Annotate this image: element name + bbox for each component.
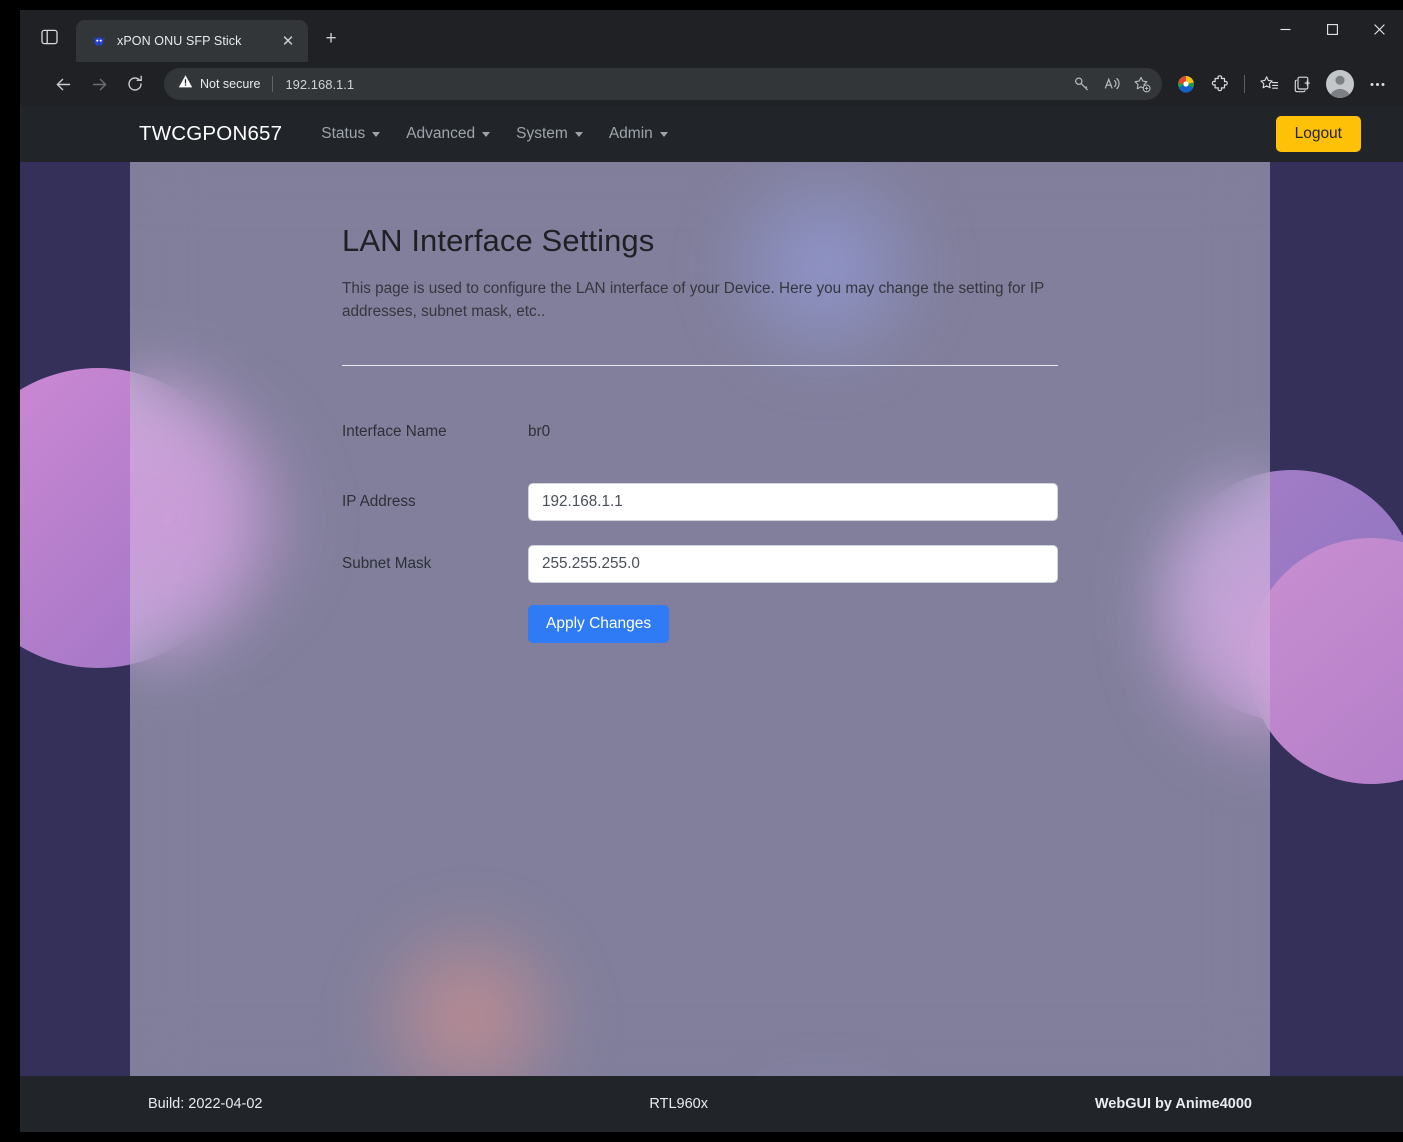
- security-status-label: Not secure: [200, 77, 261, 91]
- back-icon[interactable]: [46, 67, 80, 101]
- form-actions: Apply Changes: [342, 604, 1058, 643]
- form-row-ip-address: IP Address: [342, 482, 1058, 521]
- form-row-interface-name: Interface Name br0: [342, 417, 1058, 447]
- footer-inner: Build: 2022-04-02 RTL960x WebGUI by Anim…: [130, 1096, 1270, 1112]
- forward-icon: [82, 67, 116, 101]
- address-bar[interactable]: Not secure 192.168.1.1: [164, 68, 1162, 100]
- minimize-window-icon[interactable]: [1262, 10, 1309, 48]
- footer-chipset: RTL960x: [649, 1096, 708, 1112]
- apply-changes-button[interactable]: Apply Changes: [528, 604, 670, 643]
- browser-window: xPON ONU SFP Stick ✕ + Not secure 192.16…: [20, 10, 1403, 1132]
- page-body: LAN Interface Settings This page is used…: [130, 162, 1270, 643]
- page-title: LAN Interface Settings: [342, 223, 655, 258]
- chevron-down-icon: [659, 131, 668, 137]
- nav-item-status-label: Status: [321, 125, 366, 142]
- browser-toolbar: Not secure 192.168.1.1: [20, 62, 1403, 106]
- site-navbar: TWCGPON657 Status Advanced System Admin: [20, 106, 1403, 162]
- window-controls: [1262, 10, 1403, 48]
- split-screen-icon[interactable]: [1287, 68, 1319, 100]
- profile-avatar-icon[interactable]: [1326, 70, 1354, 98]
- close-window-icon[interactable]: [1356, 10, 1403, 48]
- page-container: LAN Interface Settings This page is used…: [342, 162, 1058, 643]
- toolbar-divider: [1244, 75, 1245, 93]
- close-tab-icon[interactable]: ✕: [276, 29, 300, 53]
- extensions-icon[interactable]: [1204, 68, 1236, 100]
- footer-build-date: Build: 2022-04-02: [148, 1096, 263, 1112]
- nav-item-status[interactable]: Status: [308, 125, 393, 143]
- settings-more-icon[interactable]: [1361, 68, 1393, 100]
- chevron-down-icon: [372, 131, 381, 137]
- nav-item-system[interactable]: System: [503, 125, 596, 143]
- maximize-window-icon[interactable]: [1309, 10, 1356, 48]
- lan-settings-form: Interface Name br0 IP Address Subnet Mas…: [342, 366, 1058, 643]
- collections-icon[interactable]: [1253, 68, 1285, 100]
- logout-button[interactable]: Logout: [1275, 116, 1361, 152]
- site-footer: Build: 2022-04-02 RTL960x WebGUI by Anim…: [20, 1076, 1403, 1132]
- sidebar-toggle-icon[interactable]: [30, 18, 68, 56]
- interface-name-value: br0: [528, 422, 551, 440]
- background-blob-right-lower: [1248, 538, 1403, 784]
- browser-tab[interactable]: xPON ONU SFP Stick ✕: [76, 20, 308, 62]
- address-bar-url[interactable]: 192.168.1.1: [285, 77, 1068, 92]
- browser-tab-strip: xPON ONU SFP Stick ✕ +: [20, 10, 1403, 62]
- new-tab-button[interactable]: +: [316, 24, 346, 54]
- omnibox-actions: [1068, 70, 1156, 98]
- warning-icon: [178, 74, 193, 94]
- page-description: This page is used to configure the LAN i…: [342, 280, 1045, 321]
- content-glass-panel: LAN Interface Settings This page is used…: [130, 162, 1270, 1076]
- interface-name-label: Interface Name: [342, 422, 447, 440]
- site-favicon: [90, 33, 107, 50]
- form-row-subnet-mask: Subnet Mask: [342, 544, 1058, 583]
- add-favorite-icon[interactable]: [1128, 70, 1156, 98]
- ip-address-input[interactable]: [528, 482, 1058, 521]
- footer-credit: WebGUI by Anime4000: [1094, 1096, 1252, 1112]
- chevron-down-icon: [574, 131, 583, 137]
- subnet-mask-label: Subnet Mask: [342, 554, 432, 572]
- download-manager-icon[interactable]: [1170, 68, 1202, 100]
- omnibox-divider: [272, 76, 274, 92]
- page-viewport: TWCGPON657 Status Advanced System Admin: [20, 106, 1403, 1132]
- nav-item-advanced-label: Advanced: [406, 125, 476, 142]
- glow-pink-bottom: [340, 902, 600, 1076]
- nav-item-advanced[interactable]: Advanced: [393, 125, 503, 143]
- browser-tab-title: xPON ONU SFP Stick: [117, 34, 242, 48]
- password-key-icon[interactable]: [1068, 70, 1096, 98]
- security-status[interactable]: Not secure: [178, 74, 260, 94]
- read-aloud-icon[interactable]: [1098, 70, 1126, 98]
- nav-item-admin[interactable]: Admin: [596, 125, 681, 143]
- ip-address-label: IP Address: [342, 492, 416, 510]
- site-brand[interactable]: TWCGPON657: [139, 122, 282, 146]
- nav-item-admin-label: Admin: [608, 125, 653, 142]
- chevron-down-icon: [482, 131, 491, 137]
- navbar-links: Status Advanced System Admin: [308, 125, 681, 143]
- refresh-icon[interactable]: [118, 67, 152, 101]
- subnet-mask-input[interactable]: [528, 544, 1058, 583]
- nav-item-system-label: System: [516, 125, 568, 142]
